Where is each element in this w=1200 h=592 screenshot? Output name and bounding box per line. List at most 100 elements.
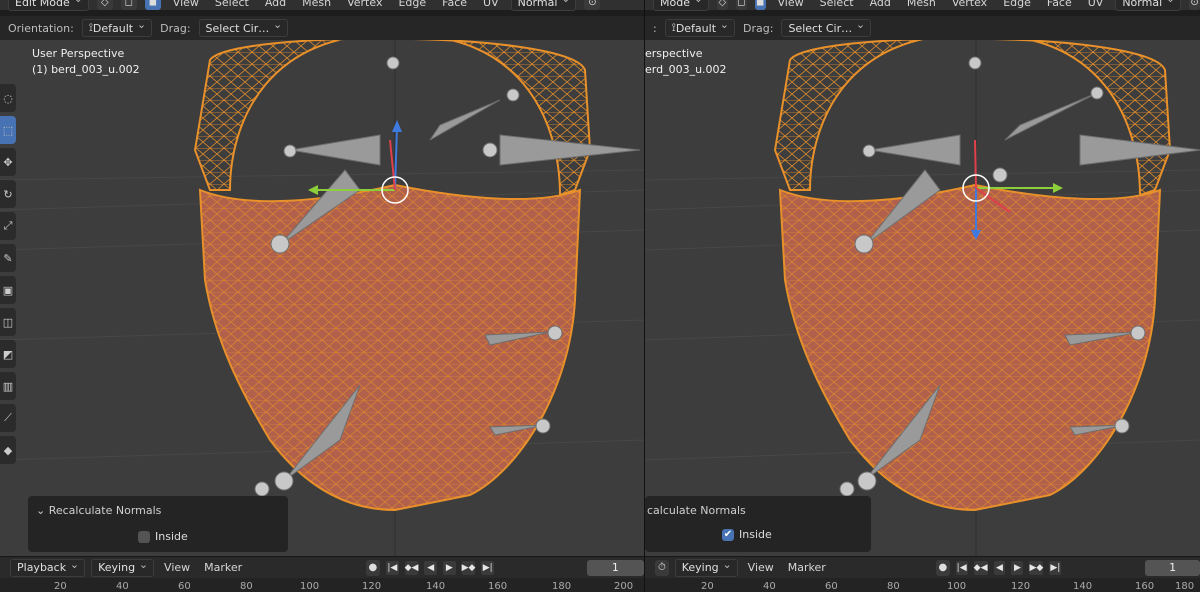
mode-dropdown[interactable]: Mode bbox=[653, 0, 709, 11]
keying-dropdown[interactable]: Keying bbox=[91, 558, 155, 577]
drag-dropdown[interactable]: Select Cir… bbox=[198, 18, 289, 37]
menu-uv[interactable]: UV bbox=[1084, 0, 1108, 9]
menu-view[interactable]: View bbox=[169, 0, 203, 9]
tick-label: 140 bbox=[1073, 581, 1093, 592]
menu-vertex[interactable]: Vertex bbox=[948, 0, 991, 9]
vertex-select-icon[interactable]: ◇ bbox=[96, 0, 113, 10]
face-select-icon[interactable]: ◼ bbox=[754, 0, 766, 10]
drag-label: Drag: bbox=[743, 21, 774, 35]
menu-mesh[interactable]: Mesh bbox=[903, 0, 940, 9]
annotate-icon[interactable]: ✎ bbox=[0, 244, 16, 272]
timeline-menu-marker[interactable]: Marker bbox=[784, 561, 830, 574]
menu-view[interactable]: View bbox=[774, 0, 808, 9]
tick-label: 80 bbox=[240, 581, 253, 592]
jump-end-icon[interactable]: ▶| bbox=[481, 560, 494, 575]
menu-add[interactable]: Add bbox=[866, 0, 895, 9]
current-frame-field[interactable]: 1 bbox=[1145, 559, 1200, 576]
timeline-menu-view[interactable]: View bbox=[160, 561, 194, 574]
scene-right bbox=[645, 33, 1200, 558]
inside-label: Inside bbox=[155, 530, 188, 543]
record-icon[interactable]: ● bbox=[365, 559, 381, 576]
scale-icon[interactable]: ⤢ bbox=[0, 212, 16, 240]
tick-label: 40 bbox=[763, 581, 776, 592]
menu-add[interactable]: Add bbox=[261, 0, 290, 9]
menu-vertex[interactable]: Vertex bbox=[343, 0, 386, 9]
viewport-right[interactable]: erspective erd_003_u.002 calculate Norma… bbox=[644, 0, 1200, 592]
tool-shelf-left: ◌ ⬚ ✥ ↻ ⤢ ✎ ▣ ◫ ◩ ▥ ⟋ ◆ bbox=[0, 84, 16, 464]
play-reverse-icon[interactable]: ◀ bbox=[993, 560, 1006, 575]
vertex-select-icon[interactable]: ◇ bbox=[716, 0, 728, 10]
next-keyframe-icon[interactable]: ▶◆ bbox=[1029, 560, 1044, 575]
jump-start-icon[interactable]: |◀ bbox=[386, 560, 399, 575]
jump-end-icon[interactable]: ▶| bbox=[1049, 560, 1062, 575]
3d-viewport-left[interactable]: User Perspective (1) berd_003_u.002 ◌ ⬚ … bbox=[0, 33, 644, 558]
timeline-ruler-right: 20 40 60 80 100 120 140 160 180 bbox=[645, 578, 1200, 592]
editor-header-right: Mode ◇ ◻ ◼ View Select Add Mesh Vertex E… bbox=[645, 0, 1200, 11]
redo-panel-left[interactable]: ⌄ Recalculate Normals Inside bbox=[28, 496, 288, 552]
inside-label: Inside bbox=[739, 528, 772, 541]
menu-face[interactable]: Face bbox=[1043, 0, 1076, 9]
drag-dropdown[interactable]: Select Cir… bbox=[781, 18, 872, 37]
viewport-left[interactable]: User Perspective (1) berd_003_u.002 ◌ ⬚ … bbox=[0, 0, 644, 592]
extrude-icon[interactable]: ▣ bbox=[0, 276, 16, 304]
loopcut-icon[interactable]: ▥ bbox=[0, 372, 16, 400]
tick-label: 100 bbox=[300, 581, 320, 592]
redo-panel-title: Recalculate Normals bbox=[48, 504, 162, 517]
tick-label: 120 bbox=[362, 581, 382, 592]
move-icon[interactable]: ✥ bbox=[0, 148, 16, 176]
tool-settings-right: : ⟟ Default Drag: Select Cir… bbox=[645, 16, 1200, 40]
rotate-icon[interactable]: ↻ bbox=[0, 180, 16, 208]
transform-orientation-dropdown[interactable]: Normal bbox=[1115, 0, 1182, 11]
next-keyframe-icon[interactable]: ▶◆ bbox=[461, 560, 476, 575]
menu-edge[interactable]: Edge bbox=[999, 0, 1035, 9]
orientation-label: : bbox=[653, 21, 657, 35]
play-icon[interactable]: ▶ bbox=[1011, 560, 1024, 575]
pivot-icon[interactable]: ⊙ bbox=[584, 0, 601, 10]
transform-orientation-dropdown[interactable]: Normal bbox=[510, 0, 577, 11]
select-box-icon[interactable]: ⬚ bbox=[0, 116, 16, 144]
view-perspective-label: User Perspective bbox=[32, 47, 125, 60]
3d-viewport-right[interactable]: erspective erd_003_u.002 calculate Norma… bbox=[645, 33, 1200, 558]
orientation-label: Orientation: bbox=[8, 21, 74, 35]
timeline-menu-view[interactable]: View bbox=[744, 561, 778, 574]
keying-dropdown[interactable]: Keying bbox=[674, 558, 738, 577]
inside-checkbox[interactable] bbox=[138, 530, 150, 543]
play-reverse-icon[interactable]: ◀ bbox=[424, 560, 438, 575]
stopwatch-icon[interactable]: ⏱ bbox=[655, 559, 669, 576]
inside-checkbox[interactable]: ✔ bbox=[722, 528, 734, 541]
prev-keyframe-icon[interactable]: ◆◀ bbox=[404, 560, 419, 575]
edge-select-icon[interactable]: ◻ bbox=[120, 0, 137, 10]
redo-panel-right[interactable]: calculate Normals ✔ Inside bbox=[645, 496, 871, 552]
bevel-icon[interactable]: ◩ bbox=[0, 340, 16, 368]
timeline-menu-marker[interactable]: Marker bbox=[200, 561, 246, 574]
chevron-down-icon[interactable]: ⌄ bbox=[36, 504, 45, 517]
orientation-dropdown[interactable]: ⟟ Default bbox=[81, 18, 153, 37]
tick-label: 180 bbox=[1175, 581, 1195, 592]
record-icon[interactable]: ● bbox=[935, 559, 950, 576]
menu-face[interactable]: Face bbox=[438, 0, 471, 9]
orientation-dropdown[interactable]: ⟟ Default bbox=[664, 18, 736, 37]
mode-dropdown[interactable]: Edit Mode bbox=[8, 0, 89, 11]
prev-keyframe-icon[interactable]: ◆◀ bbox=[973, 560, 988, 575]
menu-select[interactable]: Select bbox=[816, 0, 858, 9]
face-select-icon[interactable]: ◼ bbox=[144, 0, 161, 10]
cursor-icon[interactable]: ◌ bbox=[0, 84, 16, 112]
edge-select-icon[interactable]: ◻ bbox=[735, 0, 747, 10]
tick-label: 140 bbox=[426, 581, 446, 592]
inset-icon[interactable]: ◫ bbox=[0, 308, 16, 336]
jump-start-icon[interactable]: |◀ bbox=[955, 560, 968, 575]
pivot-icon[interactable]: ⊙ bbox=[1189, 0, 1200, 10]
head-mesh-left bbox=[193, 33, 592, 512]
active-object-label: erd_003_u.002 bbox=[645, 63, 727, 76]
tick-label: 180 bbox=[552, 581, 572, 592]
playback-dropdown[interactable]: Playback bbox=[10, 558, 86, 577]
menu-select[interactable]: Select bbox=[211, 0, 253, 9]
knife-icon[interactable]: ⟋ bbox=[0, 404, 16, 432]
menu-uv[interactable]: UV bbox=[479, 0, 503, 9]
play-icon[interactable]: ▶ bbox=[443, 560, 456, 575]
tick-label: 160 bbox=[488, 581, 508, 592]
menu-edge[interactable]: Edge bbox=[394, 0, 430, 9]
polybuild-icon[interactable]: ◆ bbox=[0, 436, 16, 464]
menu-mesh[interactable]: Mesh bbox=[298, 0, 335, 9]
current-frame-field[interactable]: 1 bbox=[586, 559, 644, 576]
